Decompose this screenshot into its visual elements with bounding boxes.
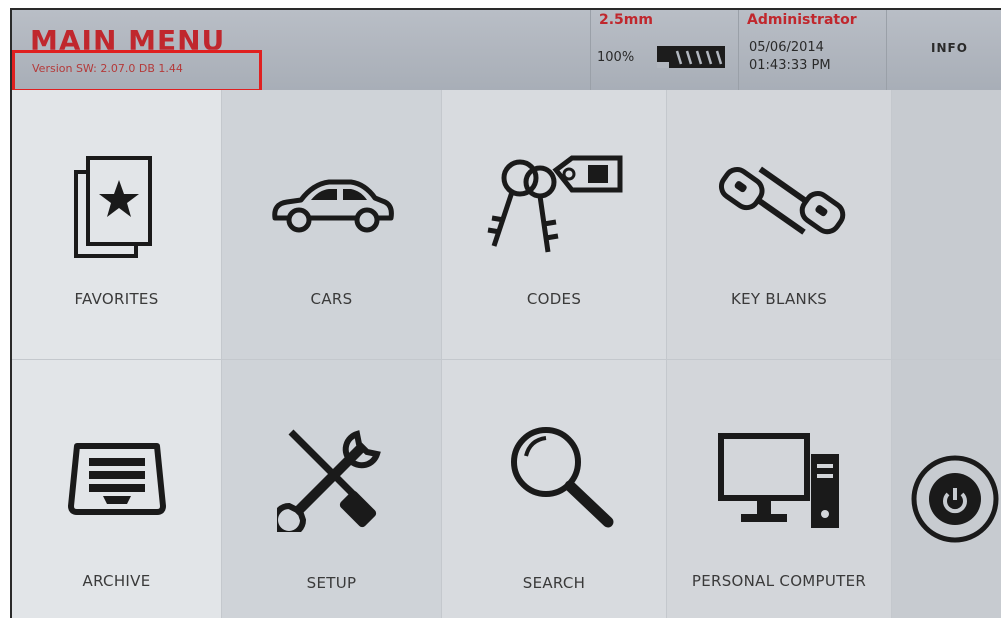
archive-tray-icon [68, 443, 166, 515]
power-button-icon [911, 455, 999, 543]
tile-favorites[interactable]: FAVORITES [12, 90, 222, 360]
tile-label-search: SEARCH [522, 574, 586, 592]
user-name: Administrator [747, 12, 857, 28]
keys-tag-icon [487, 155, 623, 253]
date-text: 05/06/2014 [749, 40, 824, 55]
time-text: 01:43:33 PM [749, 58, 831, 73]
tile-cars[interactable]: CARS [222, 90, 442, 360]
tile-label-personal-computer: PERSONAL COMPUTER [691, 572, 867, 590]
tile-personal-computer[interactable]: PERSONAL COMPUTER [667, 360, 892, 618]
key-blanks-icon [718, 166, 846, 235]
side-empty-top [892, 90, 1001, 360]
percent-text: 100% [597, 50, 635, 65]
cutter-bar-icon [657, 46, 725, 68]
tile-setup[interactable]: SETUP [222, 360, 442, 618]
tools-icon [277, 429, 381, 532]
computer-icon [718, 433, 839, 528]
magnifier-icon [511, 427, 614, 528]
tile-label-cars: CARS [310, 290, 353, 308]
power-tile[interactable] [892, 360, 1001, 618]
tile-archive[interactable]: ARCHIVE [12, 360, 222, 618]
tile-label-setup: SETUP [306, 574, 357, 592]
tile-label-favorites: FAVORITES [74, 290, 159, 308]
menu-grid: FAVORITES CARS CODES KEY BLANKS ARCHIVE … [12, 90, 1001, 618]
tile-search[interactable]: SEARCH [442, 360, 667, 618]
main-menu-screen: MAIN MENU Version SW: 2.07.0 DB 1.44 2.5… [10, 8, 1001, 618]
cut-size-text: 2.5mm [599, 12, 653, 28]
info-button[interactable]: INFO [886, 10, 1001, 90]
favorites-icon [74, 156, 152, 258]
tile-key-blanks[interactable]: KEY BLANKS [667, 90, 892, 360]
tile-codes[interactable]: CODES [442, 90, 667, 360]
tile-label-key-blanks: KEY BLANKS [730, 290, 828, 308]
tile-label-archive: ARCHIVE [82, 572, 151, 590]
info-label: INFO [931, 41, 968, 55]
car-icon [272, 179, 394, 233]
tile-label-codes: CODES [526, 290, 582, 308]
tool-status-panel: 2.5mm 100% [590, 10, 739, 90]
version-highlight-box [12, 50, 262, 92]
user-datetime-panel: Administrator 05/06/2014 01:43:33 PM [738, 10, 887, 90]
